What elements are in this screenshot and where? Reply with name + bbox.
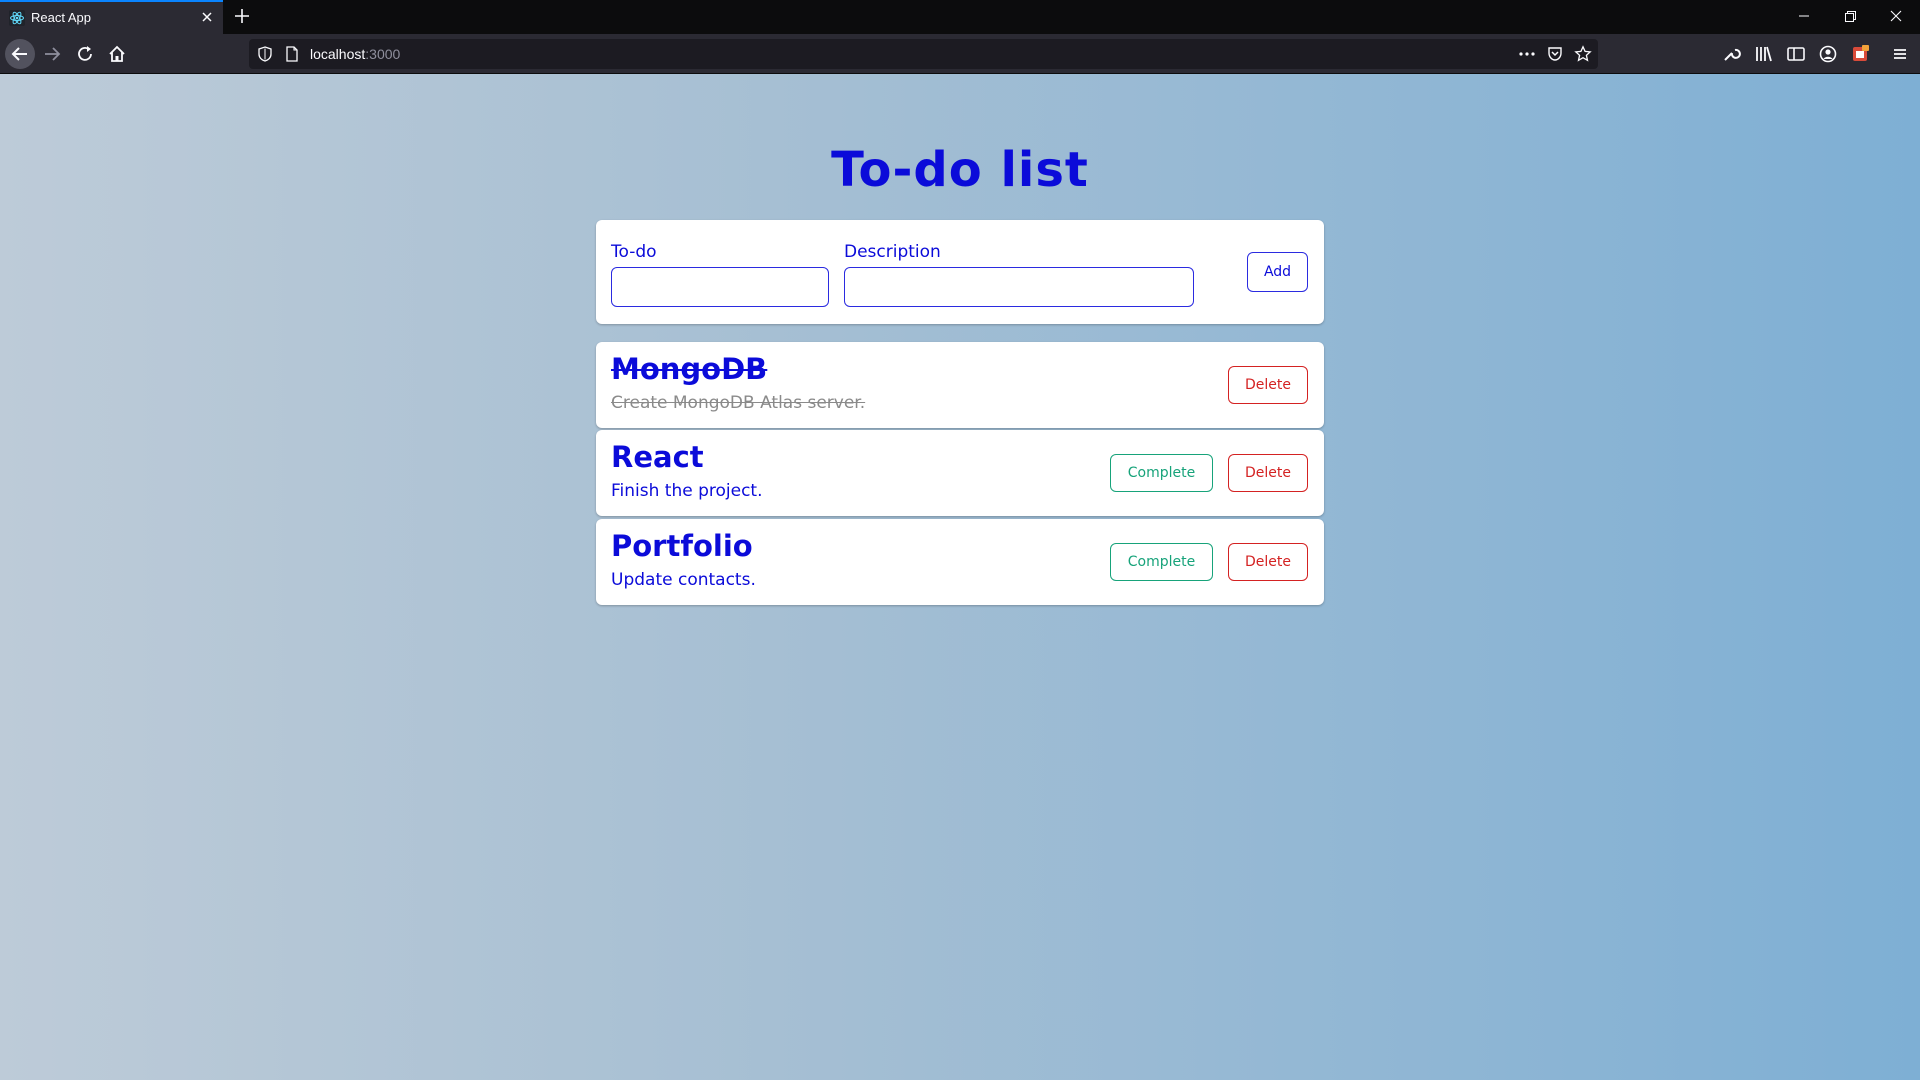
close-window-icon[interactable] bbox=[1884, 5, 1908, 27]
navigation-toolbar: localhost:3000 bbox=[0, 34, 1920, 74]
page-info-icon[interactable] bbox=[283, 45, 301, 63]
todo-input[interactable] bbox=[611, 267, 829, 307]
home-icon[interactable] bbox=[105, 42, 129, 66]
sidebar-icon[interactable] bbox=[1784, 42, 1808, 66]
address-bar[interactable]: localhost:3000 bbox=[249, 39, 1598, 69]
add-button[interactable]: Add bbox=[1247, 252, 1308, 292]
complete-button[interactable]: Complete bbox=[1110, 454, 1213, 492]
menu-icon[interactable] bbox=[1888, 42, 1912, 66]
todo-item: MongoDB Create MongoDB Atlas server. Del… bbox=[596, 342, 1324, 428]
delete-button[interactable]: Delete bbox=[1228, 366, 1308, 404]
tab-react-app[interactable]: React App bbox=[0, 0, 223, 34]
developer-tools-icon[interactable] bbox=[1719, 42, 1743, 66]
tab-strip: React App bbox=[0, 0, 1920, 34]
new-tab-icon[interactable] bbox=[232, 6, 252, 26]
back-icon[interactable] bbox=[5, 39, 35, 69]
more-actions-icon[interactable] bbox=[1518, 45, 1536, 63]
minimize-window-icon[interactable] bbox=[1792, 5, 1816, 27]
close-tab-icon[interactable] bbox=[199, 9, 215, 25]
reload-icon[interactable] bbox=[73, 42, 97, 66]
todo-title: MongoDB bbox=[611, 352, 768, 386]
library-icon[interactable] bbox=[1752, 42, 1776, 66]
page-title: To-do list bbox=[831, 142, 1089, 198]
description-field-label: Description bbox=[844, 242, 941, 262]
tab-title: React App bbox=[31, 10, 91, 25]
todo-description: Create MongoDB Atlas server. bbox=[611, 393, 866, 413]
add-todo-form: To-do Description Add bbox=[596, 220, 1324, 324]
url-text[interactable]: localhost:3000 bbox=[310, 46, 400, 62]
account-icon[interactable] bbox=[1816, 42, 1840, 66]
todo-description: Update contacts. bbox=[611, 570, 756, 590]
tracking-shield-icon[interactable] bbox=[256, 45, 274, 63]
restore-window-icon[interactable] bbox=[1838, 5, 1862, 27]
delete-button[interactable]: Delete bbox=[1228, 454, 1308, 492]
todo-description: Finish the project. bbox=[611, 481, 763, 501]
todo-item: Portfolio Update contacts. Complete Dele… bbox=[596, 519, 1324, 605]
bookmark-star-icon[interactable] bbox=[1574, 45, 1592, 63]
page-viewport: To-do list To-do Description Add MongoDB… bbox=[0, 74, 1920, 1080]
pocket-icon[interactable] bbox=[1546, 45, 1564, 63]
react-logo-icon bbox=[9, 10, 25, 26]
todo-item: React Finish the project. Complete Delet… bbox=[596, 430, 1324, 516]
todo-title: React bbox=[611, 440, 704, 474]
extension-icon[interactable] bbox=[1848, 42, 1872, 66]
complete-button[interactable]: Complete bbox=[1110, 543, 1213, 581]
description-input[interactable] bbox=[844, 267, 1194, 307]
todo-field-label: To-do bbox=[611, 242, 657, 262]
forward-icon[interactable] bbox=[40, 42, 64, 66]
todo-title: Portfolio bbox=[611, 529, 753, 563]
delete-button[interactable]: Delete bbox=[1228, 543, 1308, 581]
